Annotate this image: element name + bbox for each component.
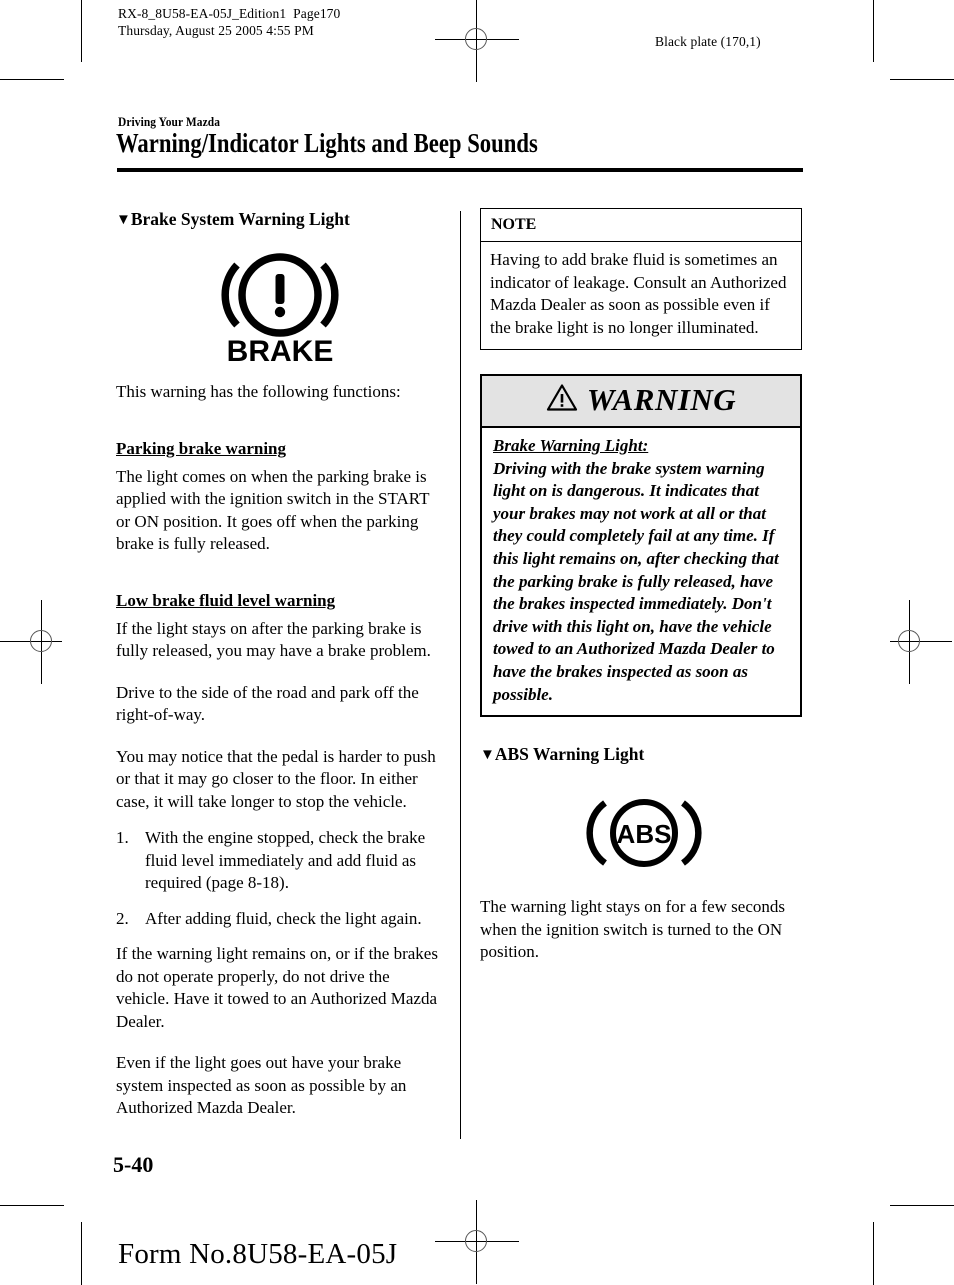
abs-section-heading: ▼ABS Warning Light bbox=[480, 743, 808, 765]
left-column: ▼Brake System Warning Light BRAKE This w… bbox=[116, 208, 444, 1120]
brake-warning-light-icon: BRAKE bbox=[116, 248, 444, 371]
brake-icon-label: BRAKE bbox=[227, 335, 334, 366]
list-item: 1. With the engine stopped, check the bra… bbox=[116, 827, 444, 895]
section-marker-triangle-icon: ▼ bbox=[116, 212, 131, 228]
crop-mark-top-left-horizontal bbox=[0, 79, 64, 80]
abs-body-paragraph: The warning light stays on for a few sec… bbox=[480, 897, 785, 962]
brake-section-heading: ▼Brake System Warning Light bbox=[116, 208, 444, 230]
crop-mark-bottom-left-horizontal bbox=[0, 1205, 64, 1206]
page-title: Warning/Indicator Lights and Beep Sounds bbox=[116, 128, 538, 158]
note-box: NOTE Having to add brake fluid is someti… bbox=[480, 208, 802, 350]
warning-box: WARNING Brake Warning Light: Driving with… bbox=[480, 374, 802, 718]
title-divider-rule bbox=[117, 168, 803, 172]
crop-mark-bottom-left-vertical bbox=[81, 1222, 82, 1285]
warning-box-header: WARNING bbox=[482, 376, 800, 428]
abs-icon-label: ABS bbox=[617, 819, 672, 849]
registration-mark-top-center bbox=[435, 0, 519, 82]
print-header-right: Black plate (170,1) bbox=[655, 34, 761, 49]
low-fluid-subheading-wrap: Low brake fluid level warning bbox=[116, 572, 444, 616]
warning-triangle-icon bbox=[546, 383, 578, 417]
crop-mark-top-right-vertical bbox=[873, 0, 874, 62]
after-steps-paragraph-2: Even if the light goes out have your bra… bbox=[116, 1053, 407, 1117]
warning-box-body: Brake Warning Light: Driving with the bra… bbox=[482, 428, 800, 715]
step-number: 2. bbox=[116, 908, 129, 928]
crop-mark-top-right-horizontal bbox=[890, 79, 954, 80]
right-column: NOTE Having to add brake fluid is someti… bbox=[480, 208, 808, 964]
warning-box-title: WARNING bbox=[586, 382, 737, 417]
manual-page: RX-8_8U58-EA-05J_Edition1 Page170 Thursda… bbox=[0, 0, 954, 1285]
step-text: With the engine stopped, check the brake… bbox=[145, 828, 426, 892]
step-text: After adding fluid, check the light agai… bbox=[145, 908, 422, 928]
low-fluid-subheading: Low brake fluid level warning bbox=[116, 590, 336, 610]
note-box-body: Having to add brake fluid is sometimes a… bbox=[490, 250, 787, 337]
after-steps-paragraph-1: If the warning light remains on, or if t… bbox=[116, 944, 438, 1031]
low-fluid-paragraph-1: If the light stays on after the parking … bbox=[116, 618, 431, 661]
warning-subject: Brake Warning Light: bbox=[493, 436, 649, 455]
list-item: 2. After adding fluid, check the light ag… bbox=[116, 908, 444, 931]
form-number: Form No.8U58-EA-05J bbox=[118, 1238, 398, 1270]
print-header-left: RX-8_8U58-EA-05J_Edition1 Page170 Thursda… bbox=[118, 5, 340, 39]
brake-intro-paragraph: This warning has the following functions… bbox=[116, 382, 401, 401]
low-fluid-paragraph-2: Drive to the side of the road and park o… bbox=[116, 682, 419, 725]
registration-mark-left-center bbox=[0, 600, 62, 684]
brake-section-heading-label: Brake System Warning Light bbox=[130, 209, 350, 229]
note-box-title: NOTE bbox=[481, 209, 801, 242]
crop-mark-top-left-vertical bbox=[81, 0, 82, 62]
registration-mark-bottom-center bbox=[435, 1200, 519, 1284]
warning-text: Driving with the brake system warning li… bbox=[493, 458, 779, 704]
print-header-line1: RX-8_8U58-EA-05J_Edition1 Page170 bbox=[118, 6, 341, 21]
abs-section-heading-label: ABS Warning Light bbox=[494, 744, 645, 765]
registration-mark-right-center bbox=[890, 600, 952, 684]
abs-warning-light-icon: ABS bbox=[480, 793, 808, 878]
page-number: 5-40 bbox=[113, 1152, 154, 1177]
parking-brake-subheading: Parking brake warning bbox=[116, 438, 287, 458]
crop-mark-bottom-right-horizontal bbox=[890, 1205, 954, 1206]
low-fluid-paragraph-3: You may notice that the pedal is harder … bbox=[116, 746, 436, 811]
section-marker-triangle-icon: ▼ bbox=[480, 747, 495, 764]
brake-check-steps: 1. With the engine stopped, check the bra… bbox=[116, 827, 444, 930]
parking-brake-paragraph: The light comes on when the parking brak… bbox=[116, 466, 430, 554]
step-number: 1. bbox=[116, 828, 129, 847]
print-header-line2: Thursday, August 25 2005 4:55 PM bbox=[118, 23, 314, 38]
column-divider-rule bbox=[460, 211, 461, 1139]
parking-brake-subheading-wrap: Parking brake warning bbox=[116, 420, 444, 464]
crop-mark-bottom-right-vertical bbox=[873, 1222, 874, 1285]
